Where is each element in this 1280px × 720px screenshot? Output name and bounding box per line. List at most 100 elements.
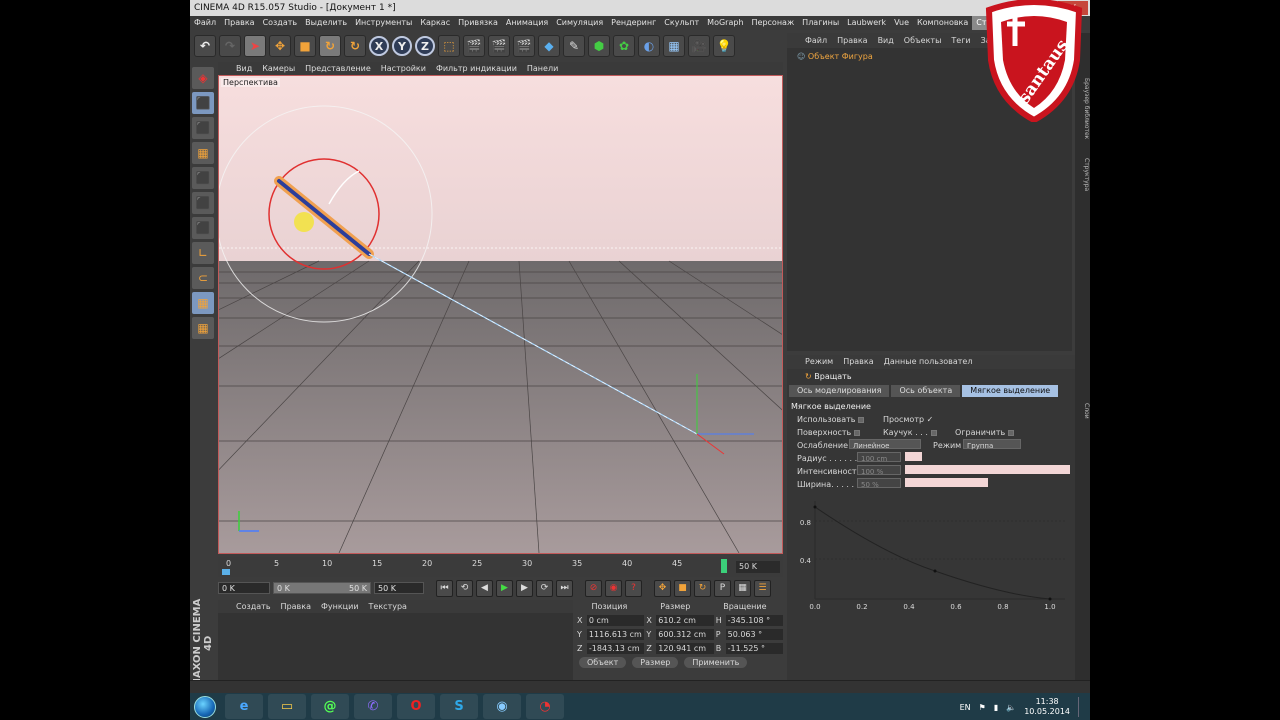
model-mode-icon[interactable]: ⬛	[192, 92, 214, 114]
key-scale-icon[interactable]: ■	[674, 579, 691, 597]
cube-icon[interactable]: ◆	[538, 35, 560, 57]
menu-layout[interactable]: Компоновка	[913, 16, 972, 30]
key-parameter-icon[interactable]: P	[714, 579, 731, 597]
om-menu-objects[interactable]: Объекты	[904, 33, 942, 48]
surface-checkbox[interactable]	[854, 429, 861, 436]
viber-icon[interactable]: ✆	[354, 694, 392, 719]
scale-tool-icon[interactable]: ■	[294, 35, 316, 57]
coordinate-system-icon[interactable]: ⬚	[438, 35, 460, 57]
language-indicator[interactable]: EN	[960, 703, 971, 712]
autokey-icon[interactable]: ◉	[605, 579, 622, 597]
menu-laubwerk[interactable]: Laubwerk	[843, 16, 890, 30]
viewport-menu-display[interactable]: Представление	[305, 62, 371, 75]
curve-knot[interactable]	[933, 569, 937, 573]
menu-vue[interactable]: Vue	[890, 16, 913, 30]
tab-structure[interactable]: Структура	[1075, 158, 1090, 191]
move-tool-icon[interactable]: ✥	[269, 35, 291, 57]
viewport-menu-filter[interactable]: Фильтр индикации	[436, 62, 517, 75]
object-name[interactable]: Объект Фигура	[808, 52, 873, 61]
undo-icon[interactable]: ↶	[194, 35, 216, 57]
viewport-menu-view[interactable]: Вид	[236, 62, 252, 75]
skype-icon[interactable]: S	[440, 694, 478, 719]
menu-create[interactable]: Создать	[259, 16, 302, 30]
render-picture-viewer-icon[interactable]: 🎬	[488, 35, 510, 57]
material-menu-texture[interactable]: Текстура	[369, 600, 407, 613]
rot-h-field[interactable]: -345.108 °	[725, 614, 784, 626]
next-key-icon[interactable]: ⟳	[536, 579, 553, 597]
menu-mograph[interactable]: MoGraph	[703, 16, 747, 30]
prev-frame-icon[interactable]: ◀	[476, 579, 493, 597]
rotate-tool-icon[interactable]: ↻	[319, 35, 341, 57]
magnet-icon[interactable]: ⊂	[192, 267, 214, 289]
render-settings-icon[interactable]: 🎬	[513, 35, 535, 57]
size-x-field[interactable]: 610.2 cm	[656, 614, 714, 626]
om-menu-view[interactable]: Вид	[878, 33, 894, 48]
flag-icon[interactable]: ⚑	[979, 703, 986, 712]
lock-workplane-icon[interactable]: ▦	[192, 317, 214, 339]
attr-menu-userdata[interactable]: Данные пользовател	[884, 355, 973, 369]
menu-simulate[interactable]: Симуляция	[552, 16, 607, 30]
coord-mode-dropdown[interactable]: Объект	[579, 657, 627, 668]
perspective-viewport[interactable]: Перспектива	[218, 75, 783, 554]
width-field[interactable]: 50 %	[857, 478, 901, 489]
make-editable-icon[interactable]: ◈	[192, 67, 214, 89]
pos-y-field[interactable]: 1116.613 cm	[586, 628, 645, 640]
timeline-ruler[interactable]: 0 5 10 15 20 25 30 35 40 45	[218, 557, 728, 577]
ie-icon[interactable]: e	[225, 694, 263, 719]
texture-mode-icon[interactable]: ⬛	[192, 117, 214, 139]
intensity-field[interactable]: 100 %	[857, 465, 901, 476]
axis-mode-icon[interactable]: ∟	[192, 242, 214, 264]
menu-snap[interactable]: Привязка	[454, 16, 502, 30]
volume-icon[interactable]: 🔈	[1006, 703, 1016, 712]
opera-icon[interactable]: O	[397, 694, 435, 719]
grid-snap-icon[interactable]: ▦	[192, 292, 214, 314]
prev-key-icon[interactable]: ⟲	[456, 579, 473, 597]
menu-select[interactable]: Выделить	[301, 16, 351, 30]
radius-slider[interactable]	[905, 452, 922, 461]
viewport-menu-options[interactable]: Настройки	[381, 62, 426, 75]
coord-size-dropdown[interactable]: Размер	[632, 657, 679, 668]
timeline[interactable]: 0 5 10 15 20 25 30 35 40 45 50 K	[218, 557, 783, 577]
workplane-icon[interactable]: ▦	[192, 142, 214, 164]
keyframe-selection-icon[interactable]: ?	[625, 579, 642, 597]
menu-animate[interactable]: Анимация	[502, 16, 552, 30]
show-desktop-button[interactable]	[1078, 697, 1084, 717]
subdivision-icon[interactable]: ⬢	[588, 35, 610, 57]
rot-b-field[interactable]: -11.525 °	[725, 642, 784, 654]
tab-layers[interactable]: Слои	[1075, 403, 1090, 419]
cinema4d-icon[interactable]: ◉	[483, 694, 521, 719]
tab-object-axis[interactable]: Ось объекта	[891, 385, 961, 397]
tab-modeling-axis[interactable]: Ось моделирования	[789, 385, 890, 397]
falloff-curve-graph[interactable]: 0.8 0.4 0.0 0.2 0.4 0.6 0.8 1.0	[795, 501, 1065, 611]
next-frame-icon[interactable]: ▶	[516, 579, 533, 597]
curve-knot[interactable]	[813, 505, 817, 509]
viewport-menu-cameras[interactable]: Камеры	[262, 62, 295, 75]
preview-range-slider[interactable]: 0 K 50 K	[273, 582, 371, 594]
radius-field[interactable]: 100 cm	[857, 452, 901, 463]
array-icon[interactable]: ✿	[613, 35, 635, 57]
network-icon[interactable]: ▮	[994, 703, 998, 712]
polygons-mode-icon[interactable]: ⬛	[192, 217, 214, 239]
tab-soft-selection[interactable]: Мягкое выделение	[962, 385, 1059, 397]
menu-sculpt[interactable]: Скульпт	[660, 16, 703, 30]
x-axis-lock-button[interactable]: X	[369, 36, 389, 56]
material-menu-edit[interactable]: Правка	[281, 600, 311, 613]
key-rotation-icon[interactable]: ↻	[694, 579, 711, 597]
material-menu-functions[interactable]: Функции	[321, 600, 359, 613]
size-z-field[interactable]: 120.941 cm	[656, 642, 714, 654]
menu-tools[interactable]: Инструменты	[351, 16, 416, 30]
preview-check-icon[interactable]: ✓	[927, 415, 934, 424]
camera-icon[interactable]: 🎥	[688, 35, 710, 57]
points-mode-icon[interactable]: ⬛	[192, 167, 214, 189]
explorer-icon[interactable]: ▭	[268, 694, 306, 719]
limit-checkbox[interactable]	[1008, 429, 1015, 436]
playhead[interactable]	[222, 569, 230, 575]
use-checkbox[interactable]	[858, 416, 865, 423]
redo-icon[interactable]: ↷	[219, 35, 241, 57]
attr-menu-edit[interactable]: Правка	[843, 355, 873, 369]
end-marker[interactable]	[721, 559, 727, 573]
material-menu-create[interactable]: Создать	[236, 600, 271, 613]
key-position-icon[interactable]: ✥	[654, 579, 671, 597]
attr-menu-mode[interactable]: Режим	[805, 355, 833, 369]
pen-icon[interactable]: ✎	[563, 35, 585, 57]
